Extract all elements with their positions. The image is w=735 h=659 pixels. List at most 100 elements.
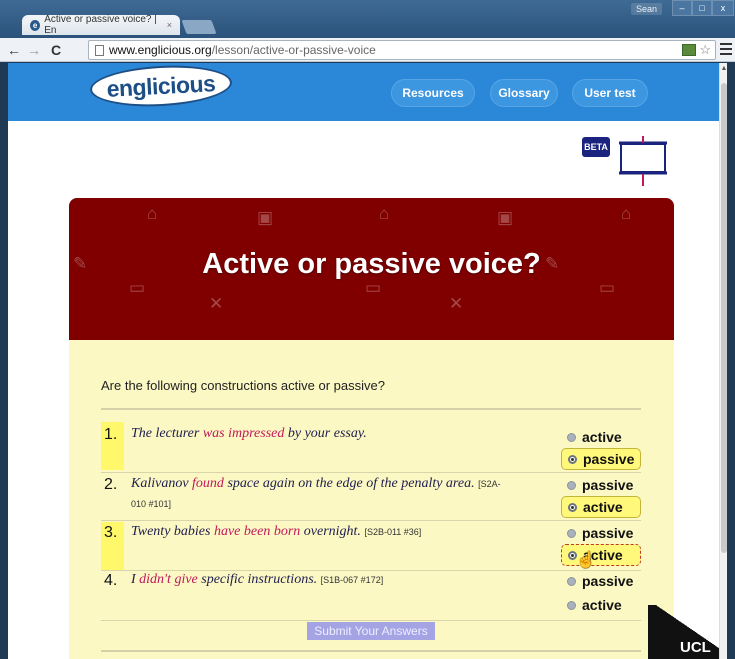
scroll-up-icon[interactable]: ▲ [720, 65, 727, 72]
question-number: 2. [104, 476, 118, 493]
browser-tab[interactable]: e Active or passive voice? | En × [22, 14, 180, 36]
sentence-text: overnight. [300, 524, 365, 539]
sentence-text: by your essay. [284, 426, 367, 441]
bookmark-star-icon[interactable]: ☆ [699, 43, 711, 56]
verb-phrase: didn't give [139, 572, 198, 587]
page-icon [95, 44, 104, 56]
radio-button[interactable] [567, 480, 576, 490]
option-passive[interactable]: passive [561, 474, 641, 496]
window-close-button[interactable]: x [712, 0, 734, 16]
radio-button[interactable] [568, 454, 577, 464]
englicious-logo[interactable]: englicious [89, 63, 233, 110]
briefcase-icon: ▣ [257, 208, 274, 227]
sentence-text: specific instructions. [197, 572, 321, 587]
corpus-reference: [S1B-067 #172] [320, 575, 384, 585]
lesson-title: Active or passive voice? [202, 248, 541, 280]
url-host: www.englicious.org [109, 43, 212, 57]
option-label: passive [583, 451, 635, 467]
option-active[interactable]: active [561, 544, 641, 566]
option-label: passive [582, 525, 634, 541]
logo-text: englicious [105, 69, 216, 102]
exercise-prompt: Are the following constructions active o… [101, 378, 385, 393]
tools-icon: ✕ [209, 294, 224, 313]
verb-phrase: was impressed [202, 426, 285, 441]
option-label: active [582, 429, 622, 445]
option-passive[interactable]: passive [561, 570, 641, 592]
browser-toolbar: ← → C www.englicious.org/lesson/active-o… [0, 38, 735, 62]
sentence-text: Kalivanov [131, 476, 193, 491]
question-number: 3. [104, 524, 118, 541]
divider [101, 650, 641, 652]
briefcase-icon: ▣ [497, 208, 514, 227]
monitor-icon: ▭ [365, 278, 382, 297]
option-active[interactable]: active [561, 426, 641, 448]
exercise-panel: Are the following constructions active o… [69, 340, 674, 659]
monitor-icon: ▭ [129, 278, 146, 297]
page-viewport: englicious Resources Glossary User test … [8, 63, 727, 659]
address-bar[interactable]: www.englicious.org/lesson/active-or-pass… [88, 40, 716, 60]
presentation-mode-icon[interactable] [617, 136, 669, 188]
sentence-text: I [131, 572, 140, 587]
radio-button[interactable] [567, 528, 576, 538]
maximize-button[interactable]: □ [692, 0, 712, 16]
row-divider [101, 472, 641, 473]
option-passive[interactable]: passive [561, 448, 641, 470]
mortarboard-icon: ⌂ [379, 204, 390, 223]
new-tab-button[interactable] [181, 20, 217, 34]
divider [101, 408, 641, 410]
forward-arrow-icon[interactable]: → [26, 42, 42, 58]
option-label: active [582, 597, 622, 613]
extension-icon[interactable] [682, 44, 697, 56]
submit-answers-button[interactable]: Submit Your Answers [307, 622, 435, 640]
nav-resources[interactable]: Resources [391, 79, 475, 107]
lesson-banner: ⌂ ▣ ⌂ ▣ ⌂ ✎ ▭ ✕ ▭ ✕ ✎ ▭ Active or passiv… [69, 198, 674, 340]
radio-button[interactable] [567, 576, 576, 586]
site-header: englicious Resources Glossary User test [8, 63, 727, 121]
question-number: 4. [104, 572, 118, 589]
option-active[interactable]: active [561, 594, 641, 616]
ucl-logo-text: UCL [680, 639, 711, 656]
question-sentence: Twenty babies have been born overnight. … [131, 522, 561, 542]
option-active[interactable]: active [561, 496, 641, 518]
beta-badge: BETA [582, 137, 610, 157]
question-sentence: Kalivanov found space again on the edge … [131, 474, 511, 514]
option-label: active [583, 499, 623, 515]
row-divider [101, 520, 641, 521]
question-sentence: I didn't give specific instructions. [S1… [131, 570, 561, 590]
browser-titlebar: e Active or passive voice? | En × Sean –… [0, 0, 735, 38]
tab-close-icon[interactable]: × [167, 20, 172, 30]
option-label: passive [582, 477, 634, 493]
verb-phrase: have been born [213, 524, 301, 539]
site-favicon-icon: e [30, 19, 41, 31]
tools-icon: ✕ [449, 294, 464, 313]
question-list: 1. The lecturer was impressed by your es… [101, 422, 641, 624]
verb-phrase: found [192, 476, 224, 491]
scrollbar-thumb[interactable] [721, 83, 727, 553]
sentence-text: Twenty babies [131, 524, 214, 539]
sentence-text: space again on the edge of the penalty a… [223, 476, 479, 491]
option-passive[interactable]: passive [561, 522, 641, 544]
back-arrow-icon[interactable]: ← [6, 42, 22, 58]
radio-button[interactable] [568, 502, 577, 512]
profile-name[interactable]: Sean [631, 3, 663, 15]
nav-glossary[interactable]: Glossary [490, 79, 558, 107]
monitor-icon: ▭ [599, 278, 616, 297]
tab-title: Active or passive voice? | En [44, 14, 157, 36]
row-divider [101, 620, 641, 621]
radio-button[interactable] [567, 432, 576, 442]
radio-button[interactable] [567, 600, 576, 610]
nav-user-test[interactable]: User test [572, 79, 648, 107]
question-sentence: The lecturer was impressed by your essay… [131, 424, 511, 444]
hand-cursor-icon: ☝ [576, 552, 596, 569]
sentence-text: The lecturer [131, 426, 203, 441]
question-number: 1. [104, 426, 118, 443]
mortarboard-icon: ⌂ [621, 204, 632, 223]
mortarboard-icon: ⌂ [147, 204, 158, 223]
minimize-button[interactable]: – [672, 0, 692, 16]
browser-menu-icon[interactable] [720, 43, 732, 55]
corpus-reference: [S2B-011 #36] [364, 527, 422, 537]
page-scrollbar[interactable]: ▲ [719, 63, 727, 659]
reload-icon[interactable]: C [48, 42, 64, 58]
option-label: passive [582, 573, 634, 589]
ucl-logo[interactable]: UCL [648, 605, 727, 659]
